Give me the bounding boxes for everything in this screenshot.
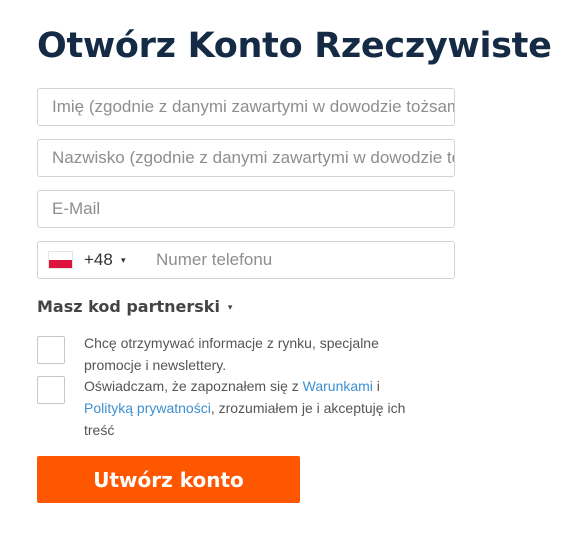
country-code-selector[interactable]: +48 ▾ [38, 242, 138, 278]
first-name-input[interactable] [38, 89, 454, 125]
first-name-field[interactable] [37, 88, 455, 126]
terms-link[interactable]: Warunkami [303, 378, 373, 394]
chevron-down-icon: ▾ [227, 303, 233, 313]
phone-number-input[interactable] [142, 242, 454, 278]
last-name-input[interactable] [38, 140, 454, 176]
newsletter-label: Chcę otrzymywać informacje z rynku, spec… [84, 335, 379, 373]
phone-field: +48 ▾ [37, 241, 455, 279]
terms-connector: i [372, 378, 380, 394]
email-field[interactable] [37, 190, 455, 228]
email-input[interactable] [38, 191, 454, 227]
partner-code-label: Masz kod partnerski [37, 297, 220, 316]
terms-label: Oświadczam, że zapoznałem się z Warunkam… [84, 375, 429, 441]
partner-code-toggle[interactable]: Masz kod partnerski ▾ [37, 297, 232, 316]
chevron-down-icon: ▾ [121, 255, 126, 265]
terms-checkbox[interactable] [37, 376, 65, 404]
newsletter-checkbox[interactable] [37, 336, 65, 364]
privacy-policy-link[interactable]: Polityką prywatności [84, 400, 211, 416]
terms-prefix: Oświadczam, że zapoznałem się z [84, 378, 303, 394]
create-account-button[interactable]: Utwórz konto [37, 456, 300, 503]
page-title: Otwórz Konto Rzeczywiste [37, 26, 552, 66]
poland-flag-icon [48, 251, 73, 269]
last-name-field[interactable] [37, 139, 455, 177]
dial-code: +48 [84, 250, 113, 269]
